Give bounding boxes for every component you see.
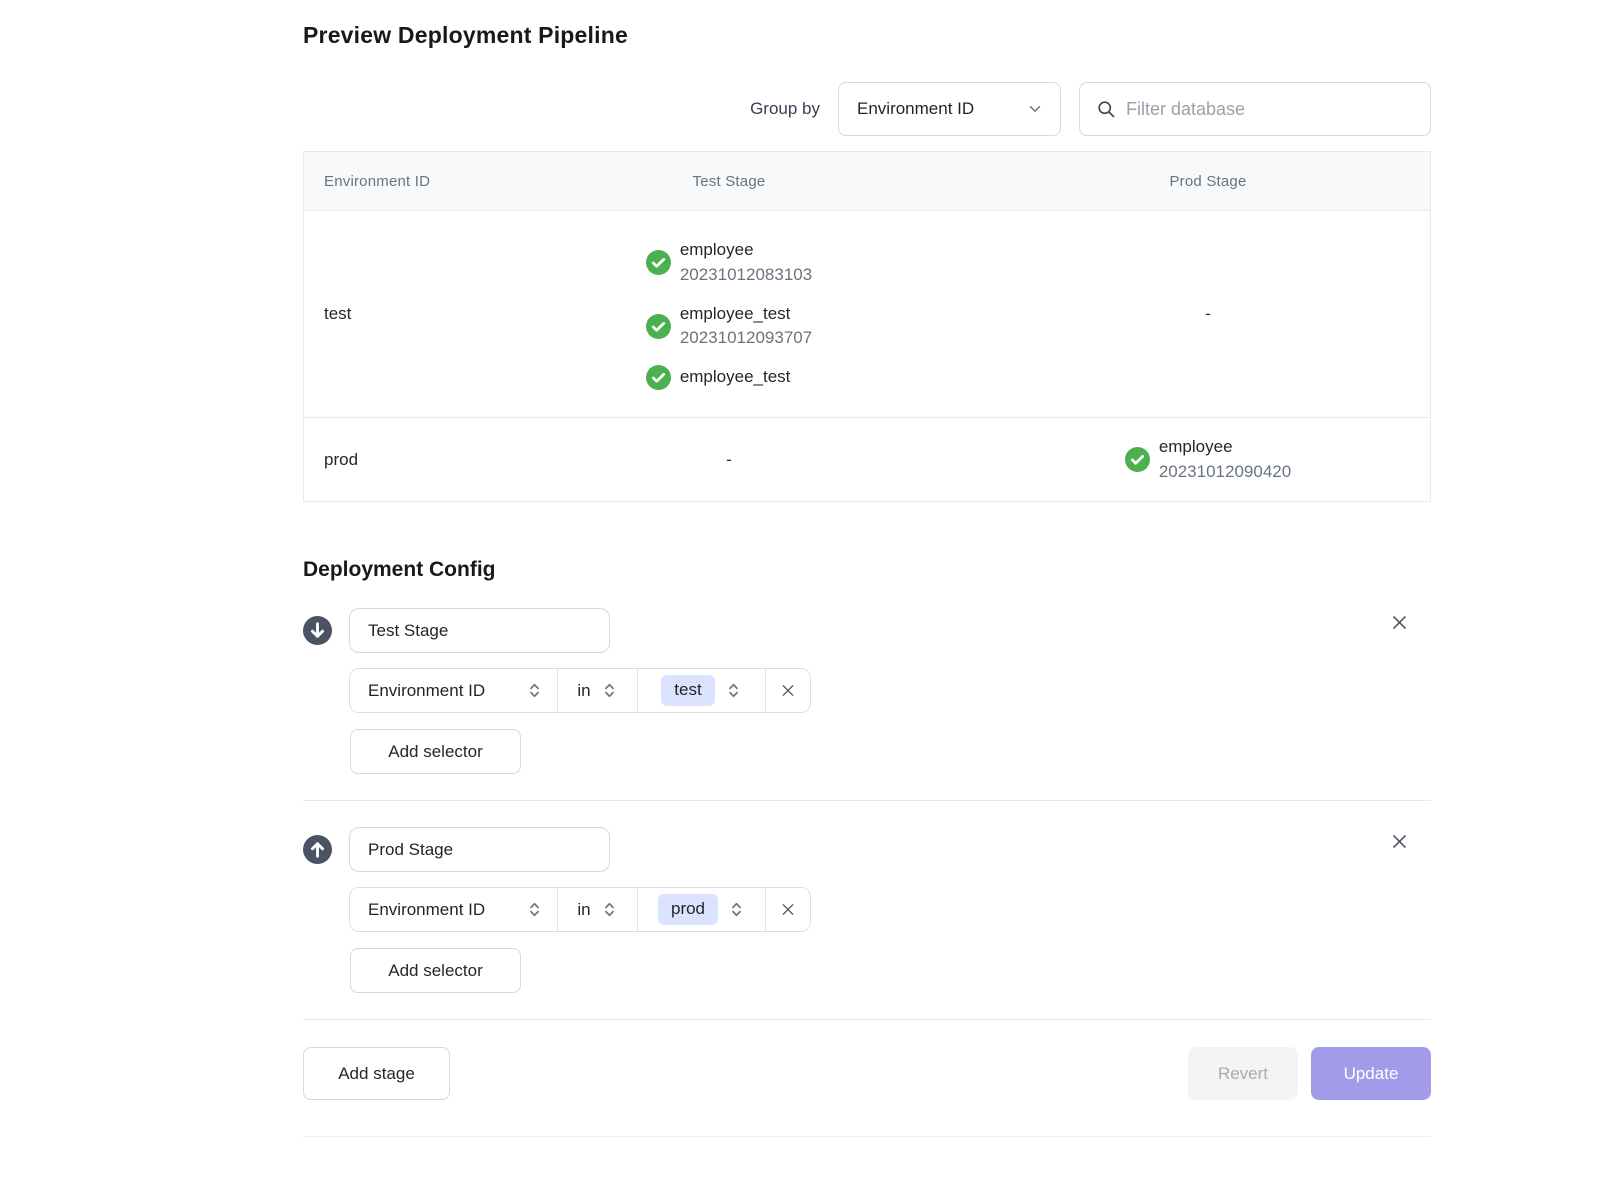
deployment-list: employee 20231012083103 employee_test 20… xyxy=(646,220,812,408)
search-icon xyxy=(1096,99,1116,119)
group-by-selected-value: Environment ID xyxy=(857,99,974,119)
remove-selector-button[interactable] xyxy=(766,669,810,712)
close-icon xyxy=(780,682,796,699)
schema-version: 20231012083103 xyxy=(680,263,812,288)
add-selector-button[interactable]: Add selector xyxy=(350,948,521,993)
selector-operator-select[interactable]: in xyxy=(558,888,638,931)
column-header-test-stage: Test Stage xyxy=(474,152,984,210)
list-item: employee 20231012090420 xyxy=(1125,435,1291,484)
pipeline-table: Environment ID Test Stage Prod Stage tes… xyxy=(303,151,1431,502)
close-icon xyxy=(1390,613,1409,632)
column-header-environment-id: Environment ID xyxy=(304,152,474,210)
table-header-row: Environment ID Test Stage Prod Stage xyxy=(304,152,1430,211)
chevron-down-icon xyxy=(1026,100,1044,118)
selector-value-pill: test xyxy=(661,675,714,705)
table-row: prod - employee 20231012090420 xyxy=(304,418,1430,501)
update-button[interactable]: Update xyxy=(1311,1047,1431,1100)
test-stage-empty-cell: - xyxy=(474,418,984,501)
stage-config-prod: Environment ID in prod Add selector xyxy=(303,801,1431,993)
arrow-up-circle-icon xyxy=(303,835,332,864)
main-content: Preview Deployment Pipeline Group by Env… xyxy=(303,0,1431,1137)
footer-right-actions: Revert Update xyxy=(1188,1047,1431,1100)
remove-stage-button[interactable] xyxy=(1385,827,1413,855)
add-stage-button[interactable]: Add stage xyxy=(303,1047,450,1100)
arrow-down-circle-icon xyxy=(303,616,332,645)
selector-group: Environment ID in test xyxy=(349,668,811,713)
schema-version: 20231012093707 xyxy=(680,326,812,351)
database-name: employee xyxy=(1159,435,1291,460)
deployment-text: employee 20231012090420 xyxy=(1159,435,1291,484)
environment-id-cell: prod xyxy=(304,418,474,501)
add-selector-button[interactable]: Add selector xyxy=(350,729,521,774)
prod-stage-cell: employee 20231012090420 xyxy=(984,418,1432,501)
selector-operator-value: in xyxy=(577,900,590,920)
stage-config-test: Environment ID in test Add selector xyxy=(303,582,1431,774)
updown-caret-icon xyxy=(725,682,742,699)
footer-actions: Add stage Revert Update xyxy=(303,1047,1431,1100)
selector-value-select[interactable]: test xyxy=(638,669,766,712)
selector-field-value: Environment ID xyxy=(368,681,485,701)
updown-caret-icon xyxy=(526,901,543,918)
bottom-divider xyxy=(303,1136,1431,1137)
selector-field-value: Environment ID xyxy=(368,900,485,920)
remove-selector-button[interactable] xyxy=(766,888,810,931)
footer-divider xyxy=(303,1019,1431,1020)
stage-name-input[interactable] xyxy=(349,827,610,872)
selector-field-select[interactable]: Environment ID xyxy=(350,669,558,712)
filter-database-box[interactable] xyxy=(1079,82,1431,136)
selector-group: Environment ID in prod xyxy=(349,887,811,932)
revert-button[interactable]: Revert xyxy=(1188,1047,1298,1100)
close-icon xyxy=(1390,832,1409,851)
remove-stage-button[interactable] xyxy=(1385,608,1413,636)
group-by-select[interactable]: Environment ID xyxy=(838,82,1061,136)
deployment-config-title: Deployment Config xyxy=(303,558,1431,582)
updown-caret-icon xyxy=(601,901,618,918)
schema-version: 20231012090420 xyxy=(1159,460,1291,485)
filter-database-input[interactable] xyxy=(1126,99,1414,120)
list-item: employee_test xyxy=(646,365,812,390)
success-check-icon xyxy=(1125,447,1150,472)
database-name: employee_test xyxy=(680,302,812,327)
prod-stage-empty-cell: - xyxy=(984,211,1432,417)
pipeline-controls: Group by Environment ID xyxy=(303,82,1431,136)
selector-operator-select[interactable]: in xyxy=(558,669,638,712)
close-icon xyxy=(780,901,796,918)
selector-value-pill: prod xyxy=(658,894,718,924)
deployment-text: employee 20231012083103 xyxy=(680,238,812,287)
selector-row: Environment ID in prod xyxy=(349,887,1431,932)
database-name: employee xyxy=(680,238,812,263)
column-header-prod-stage: Prod Stage xyxy=(984,152,1432,210)
environment-id-cell: test xyxy=(304,211,474,417)
success-check-icon xyxy=(646,314,671,339)
table-row: test employee 20231012083103 employee_te… xyxy=(304,211,1430,418)
deployment-text: employee_test 20231012093707 xyxy=(680,302,812,351)
database-name: employee_test xyxy=(680,365,791,390)
selector-value-select[interactable]: prod xyxy=(638,888,766,931)
selector-field-select[interactable]: Environment ID xyxy=(350,888,558,931)
page-title: Preview Deployment Pipeline xyxy=(303,22,1431,49)
selector-row: Environment ID in test xyxy=(349,668,1431,713)
stage-head xyxy=(303,827,1431,872)
updown-caret-icon xyxy=(526,682,543,699)
updown-caret-icon xyxy=(728,901,745,918)
selector-operator-value: in xyxy=(577,681,590,701)
list-item: employee 20231012083103 xyxy=(646,238,812,287)
test-stage-cell: employee 20231012083103 employee_test 20… xyxy=(474,211,984,417)
success-check-icon xyxy=(646,365,671,390)
group-by-label: Group by xyxy=(750,99,820,119)
list-item: employee_test 20231012093707 xyxy=(646,302,812,351)
stage-head xyxy=(303,608,1431,653)
updown-caret-icon xyxy=(601,682,618,699)
success-check-icon xyxy=(646,250,671,275)
deployment-text: employee_test xyxy=(680,365,791,390)
stage-name-input[interactable] xyxy=(349,608,610,653)
